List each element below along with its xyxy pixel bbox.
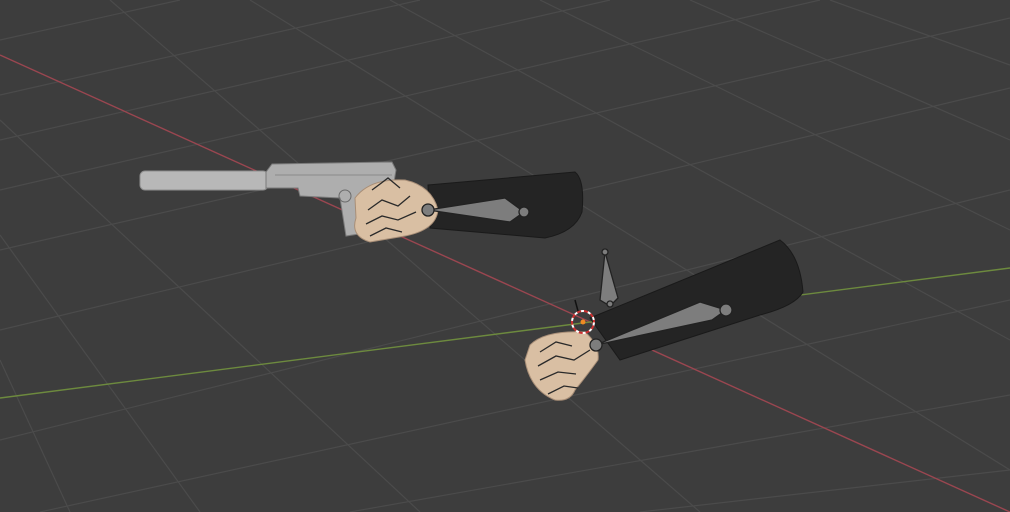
grid-floor (0, 0, 1010, 512)
x-axis (0, 54, 1010, 512)
3d-viewport[interactable] (0, 0, 1010, 512)
3d-cursor[interactable] (571, 299, 595, 334)
viewport-canvas[interactable] (0, 0, 1010, 512)
